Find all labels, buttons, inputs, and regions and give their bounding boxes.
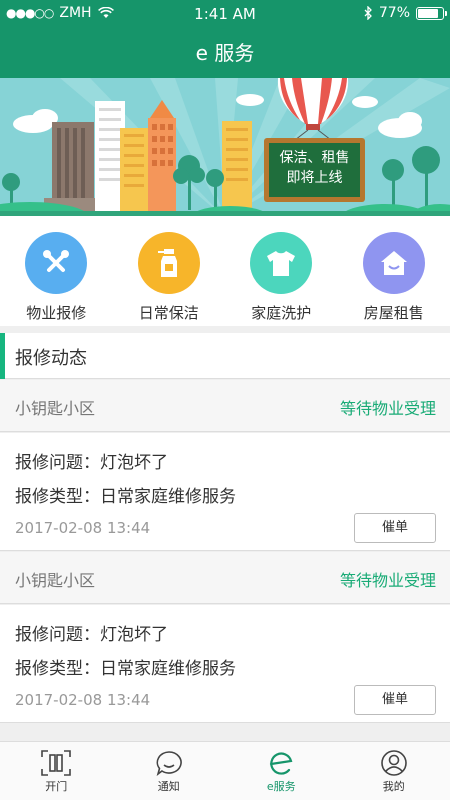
tab-e-service[interactable]: e服务 xyxy=(225,742,338,800)
repair-date: 2017-02-08 13:44 xyxy=(15,519,151,537)
repair-problem: 报修问题：灯泡坏了 xyxy=(15,453,168,473)
tab-notifications[interactable]: 通知 xyxy=(113,742,226,800)
tab-open-door[interactable]: 开门 xyxy=(0,742,113,800)
tab-mine[interactable]: 我的 xyxy=(338,742,450,800)
banner-board-line-2: 即将上线 xyxy=(286,170,343,186)
city-illustration xyxy=(0,78,450,216)
service-label: 日常保洁 xyxy=(138,304,199,322)
battery-icon xyxy=(416,6,447,20)
banner-board-text: 保洁、租售 即将上线 xyxy=(269,148,360,188)
repair-type: 报修类型：日常家庭维修服务 xyxy=(15,659,236,679)
page-title: e 服务 xyxy=(0,28,450,78)
tab-label: 我的 xyxy=(382,780,405,793)
banner-board-line-1: 保洁、租售 xyxy=(279,150,350,166)
service-label: 房屋租售 xyxy=(363,304,424,322)
promo-banner[interactable]: 保洁、租售 即将上线 xyxy=(0,78,450,216)
chat-bubble-icon xyxy=(156,751,182,776)
section-accent-bar xyxy=(0,333,5,379)
service-property-repair[interactable]: 物业报修 xyxy=(0,216,113,326)
service-daily-cleaning[interactable]: 日常保洁 xyxy=(113,216,226,326)
status-bar: ●●●○○ ZMH 1:41 AM 77% xyxy=(0,0,450,28)
section-title: 报修动态 xyxy=(15,348,87,369)
tab-label: 开门 xyxy=(45,780,68,793)
bluetooth-icon xyxy=(364,6,372,20)
community-name: 小钥匙小区 xyxy=(15,399,96,418)
repair-card[interactable]: 报修问题：灯泡坏了 报修类型：日常家庭维修服务 2017-02-08 13:44… xyxy=(0,433,450,551)
service-grid: 物业报修 日常保洁 家庭洗护 房屋租售 xyxy=(0,216,450,326)
repair-updates-header: 报修动态 xyxy=(0,333,450,379)
repair-status: 等待物业受理 xyxy=(339,399,436,418)
tools-icon xyxy=(25,232,88,294)
repair-problem: 报修问题：灯泡坏了 xyxy=(15,625,168,645)
urge-button[interactable]: 催单 xyxy=(354,685,436,715)
repair-status: 等待物业受理 xyxy=(339,571,436,590)
repair-card[interactable]: 报修问题：灯泡坏了 报修类型：日常家庭维修服务 2017-02-08 13:44… xyxy=(0,605,450,723)
spray-bottle-icon xyxy=(137,232,200,294)
tshirt-icon xyxy=(250,232,313,294)
service-home-laundry[interactable]: 家庭洗护 xyxy=(225,216,338,326)
urge-button[interactable]: 催单 xyxy=(354,513,436,543)
user-icon xyxy=(380,750,407,776)
battery-percent: 77% xyxy=(378,5,410,21)
repair-type: 报修类型：日常家庭维修服务 xyxy=(15,487,236,507)
service-label: 家庭洗护 xyxy=(251,304,312,322)
service-label: 物业报修 xyxy=(26,304,87,322)
tab-bar: 开门 通知 e服务 我的 xyxy=(0,741,450,800)
service-house-rental[interactable]: 房屋租售 xyxy=(338,216,450,326)
scan-door-icon xyxy=(41,750,72,776)
repair-card-header[interactable]: 小钥匙小区 等待物业受理 xyxy=(0,552,450,604)
tab-label: 通知 xyxy=(157,780,180,793)
repair-card-header[interactable]: 小钥匙小区 等待物业受理 xyxy=(0,380,450,432)
tab-label: e服务 xyxy=(266,780,296,793)
repair-date: 2017-02-08 13:44 xyxy=(15,691,151,709)
e-service-icon xyxy=(270,752,293,775)
community-name: 小钥匙小区 xyxy=(15,571,96,590)
house-icon xyxy=(362,232,425,294)
